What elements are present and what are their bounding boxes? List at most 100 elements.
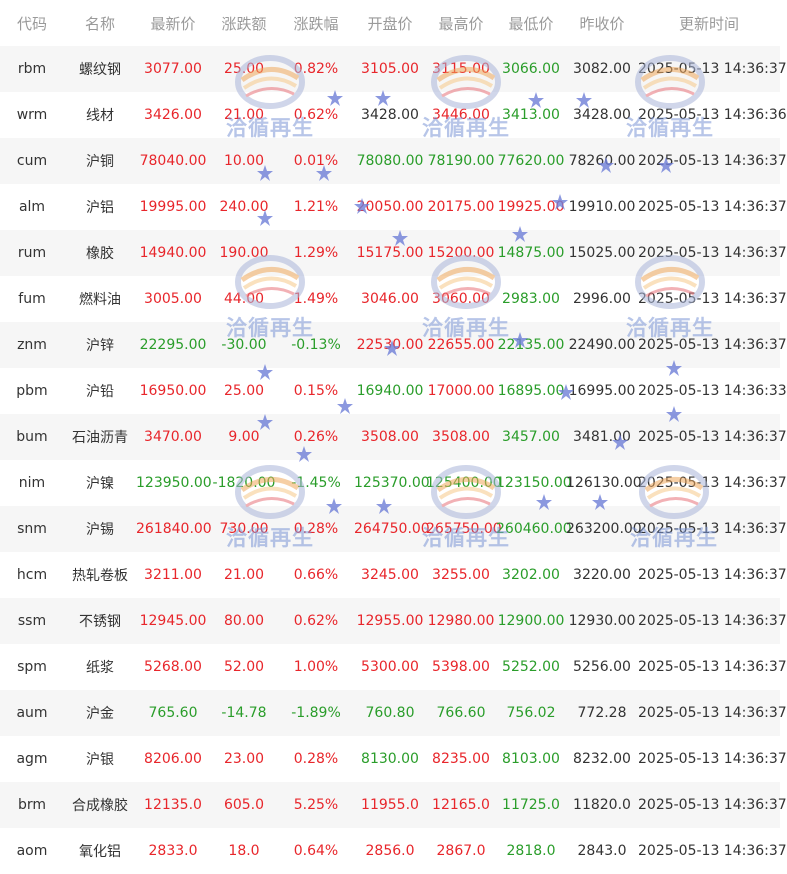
cell-code: brm <box>0 782 64 828</box>
cell-change: 10.00 <box>210 138 278 184</box>
cell-open: 3105.00 <box>354 46 426 92</box>
cell-code: aum <box>0 690 64 736</box>
cell-code: pbm <box>0 368 64 414</box>
cell-code: ssm <box>0 598 64 644</box>
cell-code: znm <box>0 322 64 368</box>
cell-code: wrm <box>0 92 64 138</box>
cell-update-time: 2025-05-13 14:36:37 <box>638 782 787 828</box>
cell-update-time: 2025-05-13 14:36:37 <box>638 828 787 874</box>
cell-last: 3005.00 <box>136 276 210 322</box>
cell-update-time: 2025-05-13 14:36:36 <box>638 92 787 138</box>
cell-high: 125400.00 <box>426 460 502 506</box>
table-row[interactable]: wrm 线材 3426.00 21.00 0.62% 3428.00 3446.00 3413… <box>0 92 787 138</box>
table-row[interactable]: brm 合成橡胶 12135.0 605.0 5.25% 11955.0 12165.0 11… <box>0 782 787 828</box>
table-row[interactable]: bum 石油沥青 3470.00 9.00 0.26% 3508.00 3508.00 345… <box>0 414 787 460</box>
col-header-code[interactable]: 代码 <box>0 0 64 46</box>
cell-change: 190.00 <box>210 230 278 276</box>
cell-change: -1820.00 <box>210 460 278 506</box>
table-row[interactable]: aum 沪金 765.60 -14.78 -1.89% 760.80 766.60 756.0… <box>0 690 787 736</box>
col-header-change-pct[interactable]: 涨跌幅 <box>278 0 354 46</box>
cell-last: 261840.00 <box>136 506 212 552</box>
cell-high: 265750.00 <box>426 506 502 552</box>
cell-high: 3508.00 <box>426 414 496 460</box>
cell-change-pct: 0.01% <box>278 138 354 184</box>
cell-name: 线材 <box>64 92 136 138</box>
table-row[interactable]: rum 橡胶 14940.00 190.00 1.29% 15175.00 15200.00… <box>0 230 787 276</box>
cell-name: 纸浆 <box>64 644 136 690</box>
cell-change-pct: 5.25% <box>278 782 354 828</box>
cell-name: 沪金 <box>64 690 136 736</box>
cell-open: 8130.00 <box>354 736 426 782</box>
cell-prev-close: 772.28 <box>566 690 638 736</box>
cell-low: 14875.00 <box>496 230 566 276</box>
cell-low: 260460.00 <box>496 506 572 552</box>
cell-last: 3426.00 <box>136 92 210 138</box>
col-header-name[interactable]: 名称 <box>64 0 136 46</box>
cell-change: 730.00 <box>210 506 278 552</box>
col-header-high[interactable]: 最高价 <box>426 0 496 46</box>
cell-change: 21.00 <box>210 552 278 598</box>
cell-prev-close: 12930.00 <box>566 598 638 644</box>
table-row[interactable]: cum 沪铜 78040.00 10.00 0.01% 78080.00 78190.00 7… <box>0 138 787 184</box>
table-body: rbm 螺纹钢 3077.00 25.00 0.82% 3105.00 3115.00 306… <box>0 46 787 874</box>
cell-last: 19995.00 <box>136 184 210 230</box>
cell-high: 8235.00 <box>426 736 496 782</box>
cell-name: 沪银 <box>64 736 136 782</box>
table-row[interactable]: agm 沪银 8206.00 23.00 0.28% 8130.00 8235.00 8103… <box>0 736 787 782</box>
cell-prev-close: 3481.00 <box>566 414 638 460</box>
cell-code: bum <box>0 414 64 460</box>
cell-prev-close: 2996.00 <box>566 276 638 322</box>
col-header-open[interactable]: 开盘价 <box>354 0 426 46</box>
cell-code: hcm <box>0 552 64 598</box>
table-row[interactable]: ssm 不锈钢 12945.00 80.00 0.62% 12955.00 12980.00… <box>0 598 787 644</box>
cell-change-pct: 0.28% <box>278 506 354 552</box>
cell-last: 14940.00 <box>136 230 210 276</box>
cell-update-time: 2025-05-13 14:36:37 <box>638 552 787 598</box>
cell-high: 12980.00 <box>426 598 496 644</box>
col-header-update-time[interactable]: 更新时间 <box>638 0 780 46</box>
table-row[interactable]: pbm 沪铅 16950.00 25.00 0.15% 16940.00 17000.00 1… <box>0 368 787 414</box>
cell-name: 沪锌 <box>64 322 136 368</box>
cell-high: 3115.00 <box>426 46 496 92</box>
col-header-change[interactable]: 涨跌额 <box>210 0 278 46</box>
cell-prev-close: 19910.00 <box>566 184 638 230</box>
table-row[interactable]: znm 沪锌 22295.00 -30.00 -0.13% 22530.00 22655.0… <box>0 322 787 368</box>
cell-change: -14.78 <box>210 690 278 736</box>
table-row[interactable]: alm 沪铝 19995.00 240.00 1.21% 20050.00 20175.00… <box>0 184 787 230</box>
cell-code: snm <box>0 506 64 552</box>
cell-low: 3066.00 <box>496 46 566 92</box>
table-row[interactable]: fum 燃料油 3005.00 44.00 1.49% 3046.00 3060.00 298… <box>0 276 787 322</box>
cell-update-time: 2025-05-13 14:36:37 <box>638 414 787 460</box>
cell-high: 15200.00 <box>426 230 496 276</box>
table-row[interactable]: snm 沪锡 261840.00 730.00 0.28% 264750.00 265750… <box>0 506 787 552</box>
cell-high: 3060.00 <box>426 276 496 322</box>
col-header-last[interactable]: 最新价 <box>136 0 210 46</box>
cell-prev-close: 8232.00 <box>566 736 638 782</box>
cell-code: spm <box>0 644 64 690</box>
cell-code: agm <box>0 736 64 782</box>
cell-name: 石油沥青 <box>64 414 136 460</box>
table-row[interactable]: rbm 螺纹钢 3077.00 25.00 0.82% 3105.00 3115.00 306… <box>0 46 787 92</box>
cell-change: 52.00 <box>210 644 278 690</box>
cell-last: 12135.0 <box>136 782 210 828</box>
col-header-low[interactable]: 最低价 <box>496 0 566 46</box>
futures-quote-table: 代码 名称 最新价 涨跌额 涨跌幅 开盘价 最高价 最低价 昨收价 更新时间 r… <box>0 0 787 874</box>
cell-prev-close: 16995.00 <box>566 368 638 414</box>
cell-last: 123950.00 <box>136 460 212 506</box>
col-header-prev-close[interactable]: 昨收价 <box>566 0 638 46</box>
cell-update-time: 2025-05-13 14:36:37 <box>638 506 787 552</box>
cell-open: 3245.00 <box>354 552 426 598</box>
cell-low: 123150.00 <box>496 460 572 506</box>
cell-update-time: 2025-05-13 14:36:37 <box>638 460 787 506</box>
cell-code: fum <box>0 276 64 322</box>
cell-name: 沪镍 <box>64 460 136 506</box>
table-row[interactable]: nim 沪镍 123950.00 -1820.00 -1.45% 125370.00 125… <box>0 460 787 506</box>
cell-high: 20175.00 <box>426 184 496 230</box>
cell-change: 9.00 <box>210 414 278 460</box>
cell-change: -30.00 <box>210 322 278 368</box>
cell-update-time: 2025-05-13 14:36:37 <box>638 230 787 276</box>
table-row[interactable]: spm 纸浆 5268.00 52.00 1.00% 5300.00 5398.00 5252… <box>0 644 787 690</box>
table-row[interactable]: hcm 热轧卷板 3211.00 21.00 0.66% 3245.00 3255.00 32… <box>0 552 787 598</box>
table-row[interactable]: aom 氧化铝 2833.0 18.0 0.64% 2856.0 2867.0 2818.0 2… <box>0 828 787 874</box>
cell-low: 3202.00 <box>496 552 566 598</box>
